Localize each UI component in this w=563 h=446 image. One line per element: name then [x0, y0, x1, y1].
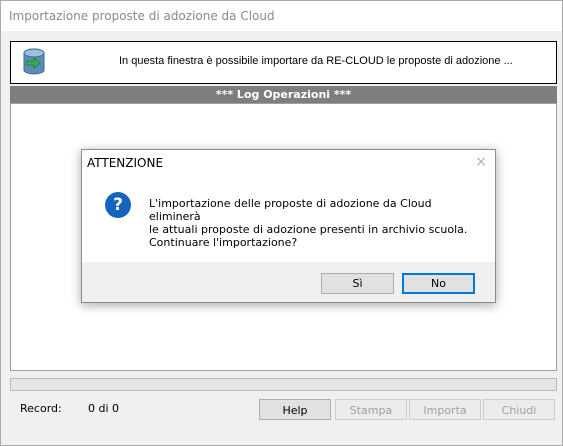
chiudi-button[interactable]: Chiudi: [483, 399, 555, 420]
dialog-message-line: Continuare l'importazione?: [149, 236, 298, 249]
log-header: *** Log Operazioni ***: [10, 86, 557, 103]
yes-button[interactable]: Sì: [321, 273, 394, 294]
no-button[interactable]: No: [402, 273, 475, 294]
confirm-dialog: ATTENZIONE × ? L'importazione delle prop…: [81, 149, 496, 303]
importa-button[interactable]: Importa: [409, 399, 481, 420]
stampa-button[interactable]: Stampa: [335, 399, 407, 420]
title-bar: Importazione proposte di adozione da Clo…: [1, 1, 562, 31]
record-value: 0 di 0: [88, 402, 120, 415]
record-label: Record:: [20, 402, 62, 415]
database-import-icon: [23, 48, 45, 75]
dialog-message: L'importazione delle proposte di adozion…: [149, 197, 479, 249]
window-title: Importazione proposte di adozione da Clo…: [9, 9, 275, 23]
info-text: In questa finestra è possibile importare…: [119, 55, 513, 67]
dialog-title: ATTENZIONE: [87, 156, 164, 170]
dialog-message-line: L'importazione delle proposte di adozion…: [149, 197, 432, 223]
help-button[interactable]: Help: [259, 399, 331, 420]
dialog-footer: Sì No: [82, 262, 495, 302]
info-panel: In questa finestra è possibile importare…: [10, 41, 557, 84]
dialog-message-line: le attuali proposte di adozione presenti…: [149, 223, 468, 236]
close-icon[interactable]: ×: [475, 154, 487, 170]
progress-bar: [10, 378, 557, 391]
question-icon: ?: [105, 192, 131, 218]
